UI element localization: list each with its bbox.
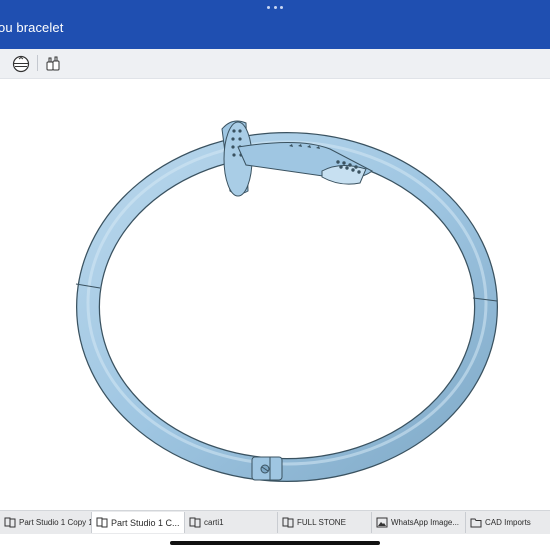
tab-label: FULL STONE — [297, 518, 346, 527]
home-indicator[interactable] — [170, 541, 380, 545]
toolbar-divider — [37, 55, 38, 71]
tab-part-studio-1-c[interactable]: Part Studio 1 C... — [92, 512, 185, 533]
image-icon — [376, 517, 388, 528]
appearance-icon[interactable] — [42, 53, 64, 75]
tab-label: Part Studio 1 Copy 1 — [19, 518, 92, 527]
tab-label: WhatsApp Image... — [391, 518, 460, 527]
tab-bar: Part Studio 1 Copy 1 Part Studio 1 C... … — [0, 510, 550, 534]
graphics-viewport[interactable] — [0, 79, 550, 506]
part-studio-icon — [282, 517, 294, 528]
part-studio-icon — [189, 517, 201, 528]
tab-full-stone[interactable]: FULL STONE — [278, 512, 372, 533]
tab-carti1[interactable]: carti1 — [185, 512, 278, 533]
document-title: ou bracelet — [0, 20, 64, 35]
tab-label: Part Studio 1 C... — [111, 517, 180, 528]
part-studio-icon — [4, 517, 16, 528]
tab-label: CAD Imports — [485, 518, 531, 527]
bracelet-model[interactable] — [0, 79, 550, 506]
folder-icon — [470, 518, 482, 528]
tab-label: carti1 — [204, 518, 224, 527]
view-cube-icon[interactable] — [10, 53, 32, 75]
drag-handle-icon[interactable] — [267, 6, 283, 10]
tab-part-studio-1-copy-1[interactable]: Part Studio 1 Copy 1 — [0, 512, 92, 533]
hinge-detail — [251, 456, 283, 481]
tab-whatsapp-image[interactable]: WhatsApp Image... — [372, 512, 466, 533]
title-bar: ou bracelet — [0, 0, 550, 49]
toolbar — [0, 49, 550, 79]
part-studio-icon — [96, 517, 108, 528]
tab-cad-imports[interactable]: CAD Imports — [466, 512, 550, 533]
